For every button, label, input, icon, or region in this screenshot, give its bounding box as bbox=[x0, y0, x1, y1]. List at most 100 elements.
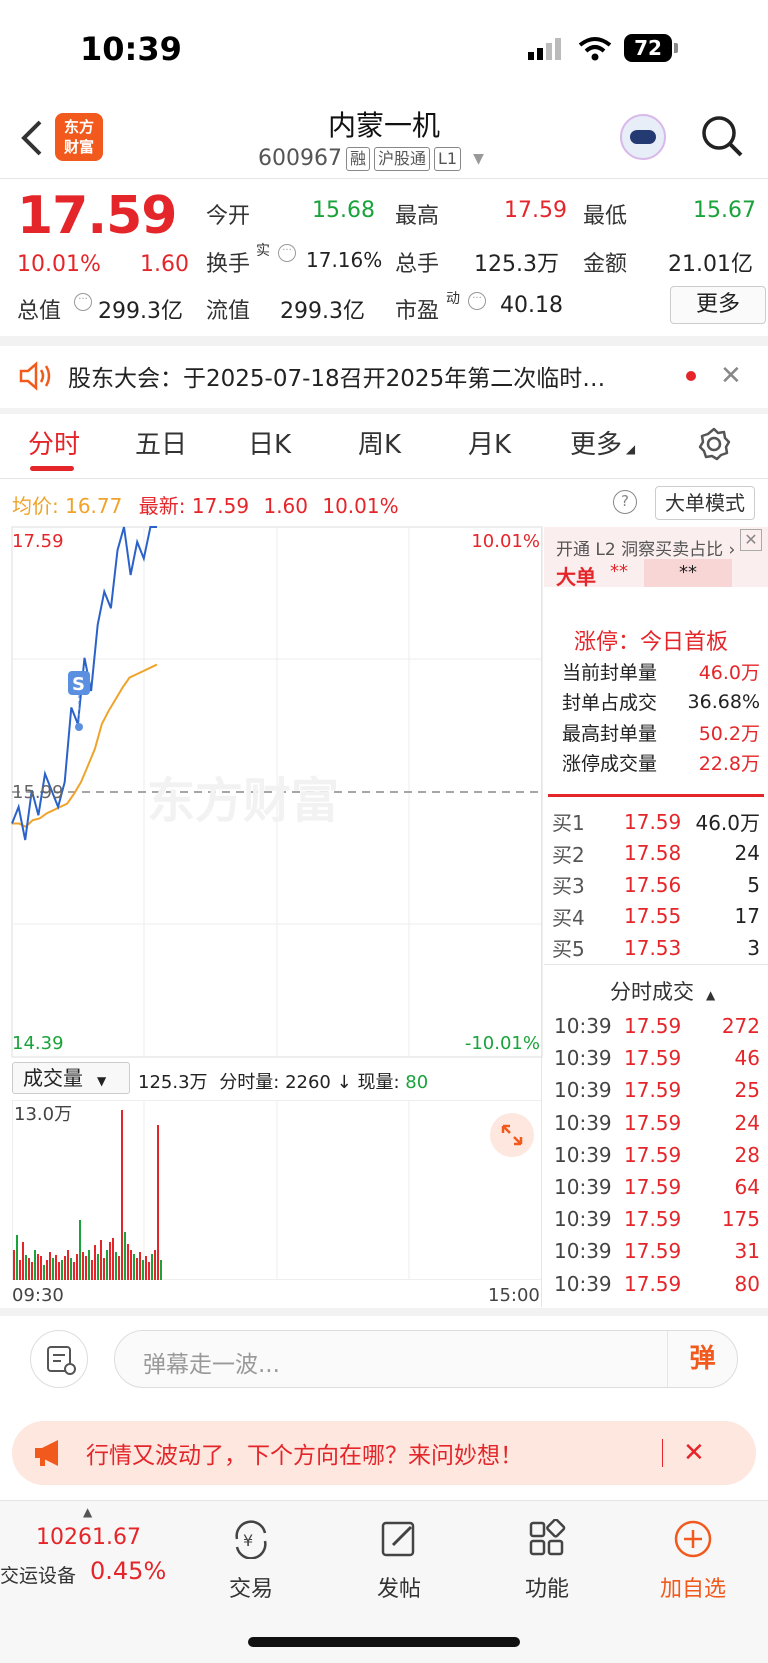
bid-book: 买1 17.59 46.0万 买2 17.58 24 买3 17.56 5 买4 17.55 17 买5… bbox=[544, 806, 768, 964]
volume-bar bbox=[115, 1252, 117, 1280]
limit-stat-value: 22.8万 bbox=[698, 753, 760, 776]
close-icon[interactable]: ✕ bbox=[720, 361, 742, 391]
trade-price: 17.59 bbox=[624, 1110, 682, 1135]
more-button[interactable]: 更多 bbox=[670, 286, 766, 324]
mcap-value: 299.3亿 bbox=[98, 299, 183, 324]
nav-trade[interactable]: ¥ 交易 bbox=[196, 1519, 306, 1603]
amount-label: 金额 bbox=[583, 252, 628, 277]
l2-panel[interactable]: 开通 L2 洞察买卖占比 › ✕ 大单 ** ** bbox=[544, 527, 768, 589]
trades-title[interactable]: 分时成交 ▲ bbox=[610, 976, 715, 1006]
volume-bar bbox=[73, 1262, 75, 1280]
header-divider bbox=[0, 178, 768, 179]
now-volume-label: 现量: bbox=[357, 1072, 400, 1093]
unread-dot bbox=[686, 371, 696, 381]
close-icon[interactable]: ✕ bbox=[683, 1438, 705, 1468]
bid-row[interactable]: 买4 17.55 17 bbox=[544, 901, 768, 933]
bid-price: 17.55 bbox=[624, 904, 682, 929]
volume-bar bbox=[130, 1250, 132, 1280]
bid-row[interactable]: 买5 17.53 3 bbox=[544, 932, 768, 964]
turnover-sup: 实 bbox=[256, 243, 270, 259]
big-order-stars-box: ** bbox=[644, 559, 732, 587]
chart-watermark: 东方财富 bbox=[147, 773, 339, 829]
tab-more-label: 更多 bbox=[570, 430, 623, 460]
bid-row[interactable]: 买2 17.58 24 bbox=[544, 838, 768, 870]
l2-link[interactable]: 开通 L2 洞察买卖占比 › bbox=[556, 535, 735, 560]
tab-weekly[interactable]: 周K bbox=[358, 424, 401, 461]
ai-banner[interactable]: 行情又波动了，下个方向在哪？来问妙想！ ✕ bbox=[12, 1421, 756, 1485]
dropdown-icon: ▼ bbox=[473, 150, 484, 167]
danmaku-send-button[interactable]: 弹 bbox=[667, 1331, 737, 1387]
volume-bar bbox=[151, 1254, 153, 1280]
volume-chart[interactable]: 13.0万 bbox=[12, 1100, 542, 1280]
y-bottom-label: 14.39 bbox=[12, 1033, 64, 1054]
trade-price: 17.59 bbox=[624, 1175, 682, 1200]
index-name[interactable]: 交运设备 bbox=[0, 1561, 76, 1588]
signal-icon bbox=[528, 38, 561, 60]
limit-stat-value: 50.2万 bbox=[698, 722, 760, 745]
wifi-icon bbox=[578, 37, 612, 61]
expand-button[interactable] bbox=[490, 1113, 534, 1157]
tag-level: L1 bbox=[434, 146, 462, 171]
volume-bar bbox=[109, 1242, 111, 1280]
float-label: 流值 bbox=[206, 299, 251, 324]
bid-row[interactable]: 买1 17.59 46.0万 bbox=[544, 806, 768, 838]
high-value: 17.59 bbox=[504, 198, 567, 223]
bid-price: 17.59 bbox=[624, 809, 682, 834]
bid-level: 买5 bbox=[552, 937, 585, 962]
avg-label: 均价: bbox=[12, 494, 59, 518]
nav-add-watchlist[interactable]: 加自选 bbox=[638, 1519, 748, 1603]
trade-volume: 272 bbox=[721, 1014, 760, 1039]
trade-list: 10:39 17.59 272 10:39 17.59 46 10:39 17.59 25 10:… bbox=[544, 1010, 768, 1300]
latest-label: 最新: bbox=[138, 494, 186, 518]
big-order-mode-button[interactable]: 大单模式 bbox=[655, 486, 755, 520]
down-arrow-icon: ↓ bbox=[336, 1072, 352, 1093]
volume-bar bbox=[55, 1255, 57, 1280]
danmaku-settings-button[interactable] bbox=[30, 1330, 88, 1388]
limit-up-stats: 当前封单量 46.0万 封单占成交 36.68% 最高封单量 50.2万 涨停成交量 22.8… bbox=[544, 656, 768, 778]
index-pct[interactable]: 0.45% bbox=[90, 1557, 166, 1585]
bid-level: 买3 bbox=[552, 874, 585, 899]
volume-bar bbox=[91, 1260, 93, 1280]
volume-bars bbox=[13, 1110, 162, 1280]
tab-more[interactable]: 更多 ◢ bbox=[570, 424, 635, 461]
section-divider bbox=[0, 1308, 768, 1316]
bid-row[interactable]: 买3 17.56 5 bbox=[544, 869, 768, 901]
nav-post[interactable]: 发帖 bbox=[344, 1519, 454, 1603]
danmaku-input[interactable]: 弹幕走一波... 弹 bbox=[114, 1330, 738, 1388]
panel-divider bbox=[541, 527, 542, 1307]
volume-bar bbox=[49, 1252, 51, 1280]
limit-stat-label: 最高封单量 bbox=[562, 722, 658, 745]
search-icon[interactable] bbox=[700, 114, 744, 158]
tab-monthly[interactable]: 月K bbox=[468, 424, 511, 461]
notice-bar[interactable]: 股东大会：于2025-07-18召开2025年第二次临时… ✕ bbox=[0, 344, 768, 408]
intraday-chart[interactable]: 东方财富 S 17.59 15.99 14.39 10.01% -10.01% bbox=[11, 526, 543, 1058]
caret-icon: ◢ bbox=[622, 442, 636, 456]
settings-gear-icon[interactable] bbox=[696, 426, 732, 462]
bid-volume: 46.0万 bbox=[695, 811, 760, 836]
tab-intraday[interactable]: 分时 bbox=[28, 424, 80, 461]
help-icon[interactable]: ? bbox=[613, 490, 637, 514]
nav-functions[interactable]: 功能 bbox=[492, 1518, 602, 1603]
tab-daily[interactable]: 日K bbox=[248, 424, 291, 461]
index-value[interactable]: 10261.67 bbox=[36, 1525, 141, 1550]
trade-volume: 46 bbox=[734, 1046, 760, 1071]
info-icon[interactable]: ··· bbox=[468, 292, 486, 310]
close-icon[interactable]: ✕ bbox=[740, 529, 762, 551]
dropdown-icon: ▼ bbox=[97, 1074, 107, 1088]
info-icon[interactable]: ··· bbox=[74, 293, 92, 311]
bid-volume: 5 bbox=[747, 872, 760, 897]
tag-connect: 沪股通 bbox=[374, 146, 431, 171]
tab-5day[interactable]: 五日 bbox=[135, 424, 187, 461]
volume-selector[interactable]: 成交量 ▼ bbox=[12, 1062, 130, 1094]
assistant-avatar[interactable] bbox=[620, 114, 666, 160]
y-mid-label: 15.99 bbox=[12, 782, 64, 803]
amount-value: 21.01亿 bbox=[668, 252, 753, 277]
bid-price: 17.56 bbox=[624, 872, 682, 897]
trade-row: 10:39 17.59 25 bbox=[544, 1074, 768, 1106]
trade-time: 10:39 bbox=[554, 1046, 612, 1071]
latest-change: 1.60 bbox=[263, 494, 308, 518]
info-icon[interactable]: ··· bbox=[278, 244, 296, 262]
stock-subtitle[interactable]: 600967 融 沪股通 L1 ▼ bbox=[258, 146, 484, 171]
trade-volume: 80 bbox=[734, 1271, 760, 1296]
status-bar: 10:39 72 bbox=[0, 0, 768, 100]
